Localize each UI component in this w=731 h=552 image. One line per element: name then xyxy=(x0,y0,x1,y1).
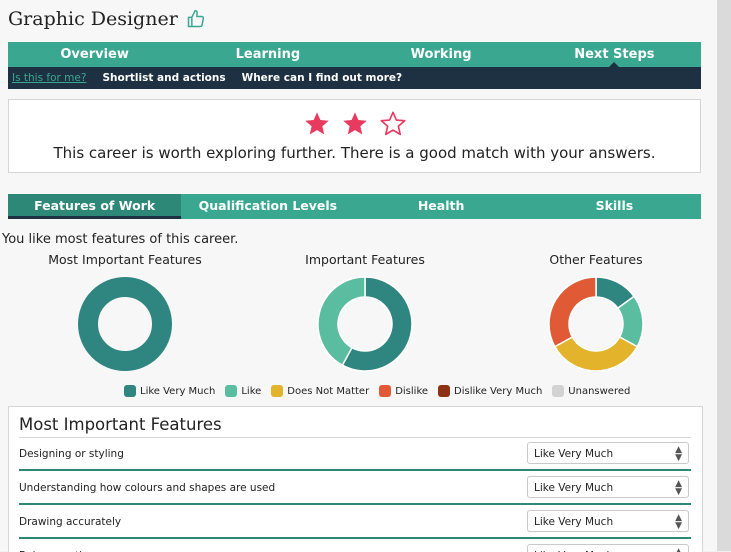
select-arrows-icon: ▲▼ xyxy=(675,479,682,497)
legend-swatch xyxy=(438,385,451,397)
donut-slice-does-not-matter xyxy=(553,335,639,372)
legend-entry: Like Very Much xyxy=(124,385,215,397)
feature-label: Understanding how colours and shapes are… xyxy=(19,482,276,494)
feature-label: Designing or styling xyxy=(19,448,124,460)
donut-slice-like-very-much xyxy=(78,277,172,371)
scrollbar-track[interactable] xyxy=(717,0,731,551)
legend-entry: Like xyxy=(225,385,261,397)
donut-chart xyxy=(78,277,172,371)
star-empty-icon xyxy=(380,111,405,136)
feature-tabs: Features of Work Qualification Levels He… xyxy=(8,194,701,219)
tab-features-of-work[interactable]: Features of Work xyxy=(8,194,182,219)
row-divider xyxy=(19,537,691,539)
chart-important: Important Features xyxy=(285,252,445,374)
panel-heading: Most Important Features xyxy=(19,415,222,434)
legend-entry: Dislike Very Much xyxy=(438,385,542,397)
page-title: Graphic Designer xyxy=(8,8,178,30)
rating-box: This career is worth exploring further. … xyxy=(8,99,701,173)
row-divider xyxy=(19,469,691,471)
preference-select[interactable]: Like Very Much ▲▼ xyxy=(527,476,689,498)
chart-title: Important Features xyxy=(305,252,425,267)
sub-nav-is-this-for-me[interactable]: Is this for me? xyxy=(12,72,86,84)
feature-label: Drawing accurately xyxy=(19,516,122,528)
legend-label: Dislike Very Much xyxy=(454,385,543,397)
preference-select-value: Like Very Much xyxy=(534,448,614,460)
preference-select[interactable]: Like Very Much ▲▼ xyxy=(527,510,689,532)
thumbs-up-icon[interactable] xyxy=(186,9,206,29)
preference-select-value: Like Very Much xyxy=(534,516,614,528)
legend-swatch xyxy=(225,385,238,397)
sub-nav: Is this for me? Shortlist and actions Wh… xyxy=(8,67,701,89)
star-rating xyxy=(303,110,407,138)
features-panel: Most Important Features Designing or sty… xyxy=(8,406,703,552)
page: Graphic Designer Overview Learning Worki… xyxy=(0,0,718,552)
main-nav-working[interactable]: Working xyxy=(355,42,528,67)
chart-most-important: Most Important Features xyxy=(45,252,205,374)
feature-row: Being creativeLike Very Much▲▼ xyxy=(19,540,691,552)
legend-label: Like xyxy=(241,385,262,397)
feature-row: Understanding how colours and shapes are… xyxy=(19,472,691,505)
donut-slice-dislike xyxy=(548,276,597,348)
chart-legend: Like Very Much Like Does Not Matter Dislike… xyxy=(124,385,634,397)
feature-row: Drawing accurately Like Very Much ▲ ▼ xyxy=(19,506,691,539)
legend-label: Dislike xyxy=(395,385,429,397)
rating-message: This career is worth exploring further. … xyxy=(53,144,656,162)
star-filled-icon xyxy=(342,112,367,135)
select-arrows-icon: ▲▼ xyxy=(675,445,682,463)
main-nav-overview[interactable]: Overview xyxy=(8,42,181,67)
legend-swatch xyxy=(379,385,392,397)
title-row: Graphic Designer xyxy=(8,8,206,30)
donut-chart xyxy=(548,276,644,372)
main-nav-next-steps[interactable]: Next Steps xyxy=(528,42,701,67)
feature-row: Designing or styling Like Very Much ▲ ▼ xyxy=(19,438,691,471)
chart-other: Other Features xyxy=(516,252,676,374)
tab-qualification-levels[interactable]: Qualification Levels xyxy=(181,194,354,219)
legend-label: Unanswered xyxy=(568,385,631,397)
chart-title: Other Features xyxy=(549,252,643,267)
legend-swatch xyxy=(271,385,284,397)
legend-label: Does Not Matter xyxy=(287,385,370,397)
select-arrows-icon: ▲▼ xyxy=(675,513,682,531)
legend-label: Like Very Much xyxy=(140,385,216,397)
star-filled-icon xyxy=(304,112,329,135)
sub-nav-find-out-more[interactable]: Where can I find out more? xyxy=(242,72,402,84)
row-divider xyxy=(19,503,691,505)
donut-chart xyxy=(317,276,413,372)
chart-title: Most Important Features xyxy=(48,252,202,267)
tab-health[interactable]: Health xyxy=(355,194,528,219)
tab-skills[interactable]: Skills xyxy=(528,194,701,219)
sub-nav-shortlist[interactable]: Shortlist and actions xyxy=(102,72,225,84)
main-nav-learning[interactable]: Learning xyxy=(181,42,354,67)
preference-select-value: Like Very Much xyxy=(534,482,614,494)
legend-entry: Does Not Matter xyxy=(271,385,369,397)
main-nav: Overview Learning Working Next Steps xyxy=(8,42,701,67)
legend-entry: Dislike xyxy=(379,385,428,397)
legend-swatch xyxy=(124,385,136,397)
summary-text: You like most features of this career. xyxy=(2,232,239,247)
legend-entry: Unanswered xyxy=(552,385,630,397)
preference-select[interactable]: Like Very Much ▲▼ xyxy=(527,442,689,464)
legend-swatch xyxy=(552,385,565,397)
